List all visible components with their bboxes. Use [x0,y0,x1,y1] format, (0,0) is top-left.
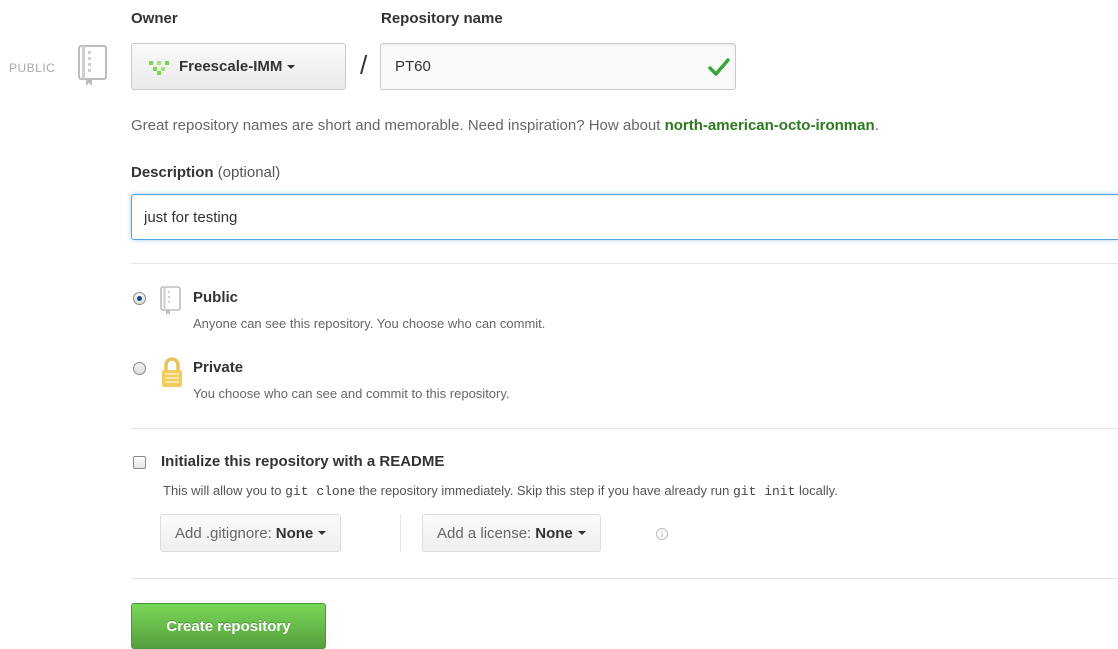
public-radio[interactable] [133,292,146,305]
hint-suffix: . [874,117,879,134]
git-init-code: git init [733,484,796,499]
owner-dropdown[interactable]: Freescale-IMM [131,43,346,90]
caret-down-icon [318,531,327,535]
lock-icon [162,357,182,387]
select-separator [400,514,401,552]
check-icon [708,58,730,76]
caret-down-icon [287,64,296,69]
owner-dropdown-label: Freescale-IMM [179,58,283,75]
license-select[interactable]: Add a license: None [422,514,601,552]
description-input[interactable] [131,194,1118,240]
license-value: None [535,524,573,542]
divider [131,578,1118,579]
repo-book-icon [160,286,181,315]
private-option-title: Private [193,359,244,376]
readme-checkbox[interactable] [133,456,146,469]
divider [131,263,1118,264]
create-repository-button[interactable]: Create repository [131,603,326,649]
description-optional: (optional) [217,164,281,181]
private-radio[interactable] [133,362,146,375]
repo-name-input[interactable] [380,43,736,90]
readme-desc-3: locally. [795,483,838,498]
gitignore-label: Add .gitignore: [175,524,272,542]
readme-desc-2: the repository immediately. Skip this st… [355,483,733,498]
public-option-desc: Anyone can see this repository. You choo… [193,316,546,331]
divider [131,428,1118,429]
repo-book-icon [78,45,107,86]
public-badge: PUBLIC [9,61,56,75]
gitignore-select[interactable]: Add .gitignore: None [160,514,342,552]
info-icon[interactable]: i [656,528,668,540]
description-label: Description (optional) [131,164,280,181]
owner-avatar-icon [149,59,169,75]
readme-title: Initialize this repository with a README [161,453,445,470]
description-label-text: Description [131,164,214,181]
hint-text: Great repository names are short and mem… [131,117,665,134]
repo-name-label: Repository name [381,10,503,27]
git-clone-code: git clone [285,484,356,499]
caret-down-icon [577,531,586,535]
license-label: Add a license: [437,524,532,542]
readme-desc: This will allow you to git clone the rep… [163,483,838,499]
repo-name-hint: Great repository names are short and mem… [131,117,879,134]
readme-desc-1: This will allow you to [163,483,286,498]
public-option-title: Public [193,289,239,306]
gitignore-value: None [275,524,314,542]
owner-repo-separator: / [360,50,368,80]
owner-label: Owner [131,10,178,27]
private-option-desc: You choose who can see and commit to thi… [193,386,510,401]
suggested-name-link[interactable]: north-american-octo-ironman [665,117,875,134]
